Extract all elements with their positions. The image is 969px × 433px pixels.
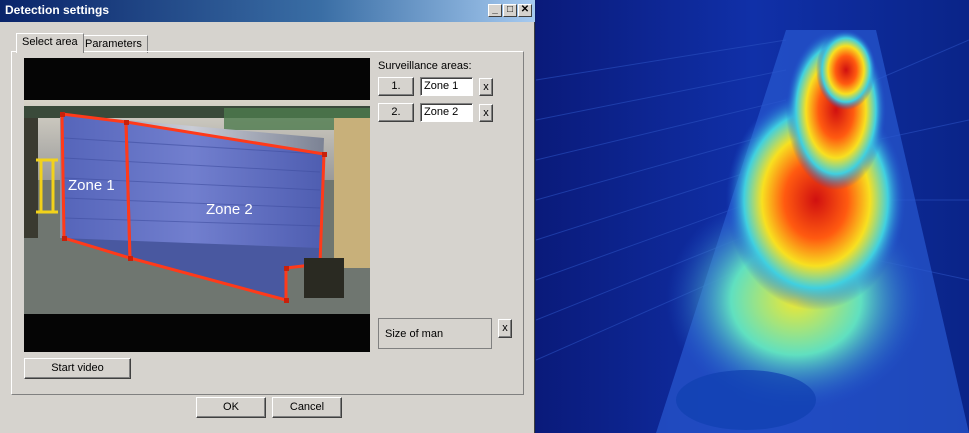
ok-button[interactable]: OK — [196, 397, 266, 418]
video-frame: Zone 1 Zone 2 — [24, 100, 370, 314]
cancel-button[interactable]: Cancel — [272, 397, 342, 418]
tab-select-area[interactable]: Select area — [16, 33, 84, 53]
zone-2-select-button[interactable]: 2. — [378, 103, 414, 122]
heatmap-view — [536, 0, 969, 433]
minimize-button[interactable]: _ — [488, 4, 502, 17]
size-of-man-label: Size of man — [385, 328, 444, 340]
zone-1-select-button[interactable]: 1. — [378, 77, 414, 96]
size-of-man-remove-button[interactable]: x — [498, 319, 512, 338]
zone-2-remove-button[interactable]: x — [479, 104, 493, 122]
zone-1-overlay-label: Zone 1 — [68, 177, 115, 194]
surveillance-areas-label: Surveillance areas: — [378, 60, 472, 72]
start-video-button[interactable]: Start video — [24, 358, 131, 379]
shopper — [304, 258, 344, 298]
zone-2-overlay-label: Zone 2 — [206, 201, 253, 218]
maximize-button[interactable]: □ — [503, 4, 517, 17]
detection-settings-dialog: Detection settings _ □ ✕ Select area Par… — [0, 0, 535, 433]
window-title: Detection settings — [5, 3, 110, 17]
display-stand — [334, 118, 370, 268]
zone-1-name-field[interactable]: Zone 1 — [420, 77, 473, 96]
title-bar[interactable]: Detection settings _ □ ✕ — [0, 0, 535, 22]
video-preview[interactable]: Zone 1 Zone 2 — [24, 58, 370, 352]
heatmap-image — [536, 0, 969, 433]
close-button[interactable]: ✕ — [518, 4, 532, 17]
left-shelf — [24, 118, 38, 238]
size-of-man-box: Size of man — [378, 318, 492, 349]
zone-1-remove-button[interactable]: x — [479, 78, 493, 96]
zone-2-name-field[interactable]: Zone 2 — [420, 103, 473, 122]
